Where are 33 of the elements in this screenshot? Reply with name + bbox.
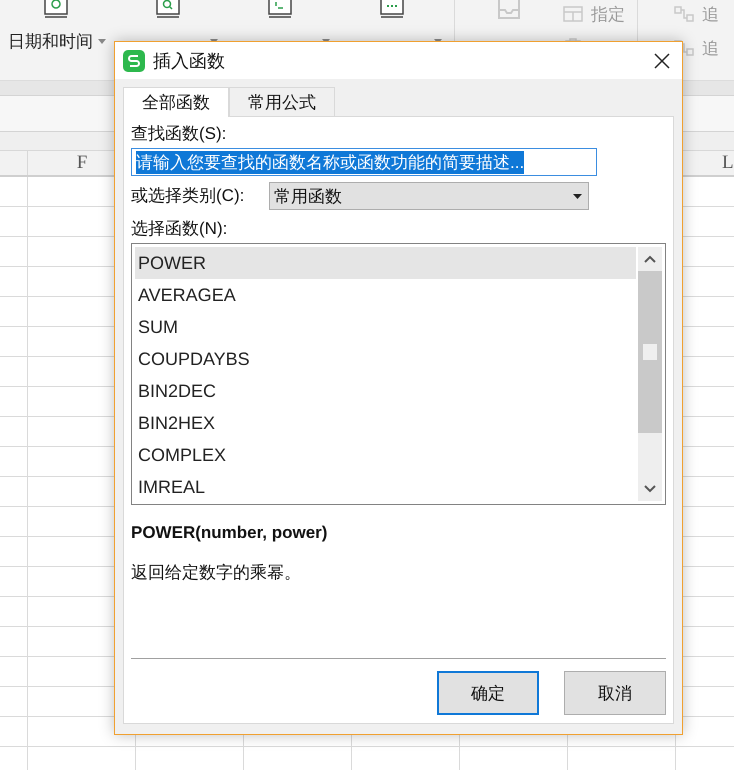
function-item[interactable]: BIN2DEC [135,375,636,407]
category-dropdown[interactable]: 常用函数 [269,182,589,210]
ribbon-button[interactable]: 日期和时间 [0,30,93,52]
trace-icon [674,5,694,23]
function-item[interactable]: IMREAL [135,471,636,503]
field-label: 选择函数(N): [131,218,228,240]
tab[interactable]: 常用公式 [229,87,335,116]
search-field[interactable]: 请输入您要查找的函数名称或函数功能的简要描述... [131,148,597,176]
scroll-thumb[interactable] [638,271,662,433]
function-item[interactable]: SUM [135,311,636,343]
scroll-down-icon[interactable] [644,485,656,493]
ok-button[interactable]: 确定 [437,671,539,715]
app-logo-icon [123,50,145,72]
caret-icon [573,194,582,198]
cancel-button[interactable]: 取消 [564,671,666,715]
table-icon [563,5,583,23]
column-header[interactable]: F [76,152,88,174]
scrollbar[interactable] [638,247,662,501]
function-description: 返回给定数字的乘幂。 [131,562,302,584]
field-label: 查找函数(S): [131,123,228,145]
function-item[interactable]: BIN2HEX [135,407,636,439]
scroll-up-icon[interactable] [644,255,656,263]
tab[interactable]: 全部函数 [123,87,229,117]
field-label: 或选择类别(C): [131,185,246,207]
function-signature: POWER(number, power) [131,523,328,543]
grip-icon [643,344,657,360]
function-item[interactable]: COUPDAYBS [135,343,636,375]
dialog-title: 插入函数 [153,50,226,72]
function-item[interactable]: POWER [135,247,636,279]
caret-icon[interactable] [98,38,106,44]
column-header[interactable]: L [722,152,734,174]
function-item[interactable]: AVERAGEA [135,279,636,311]
function-item[interactable]: COMPLEX [135,439,636,471]
